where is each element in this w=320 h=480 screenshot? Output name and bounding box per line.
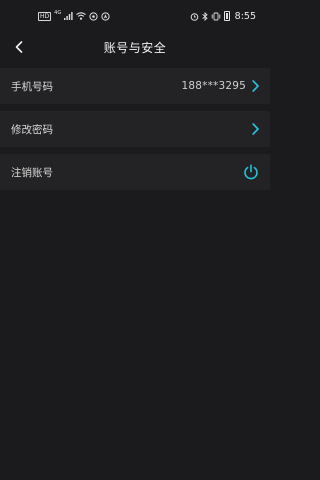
bluetooth-icon: [201, 11, 208, 21]
clock: 8:55: [234, 10, 256, 22]
account-security-screen: HD 4G 8:55 账号与安全 手机号码 188***3295 修改密码 注销…: [0, 0, 270, 480]
chevron-right-icon: [252, 80, 259, 92]
status-bar-right: 8:55: [190, 11, 256, 22]
change-password-label: 修改密码: [11, 123, 53, 136]
header: 账号与安全: [0, 32, 270, 62]
battery-icon: [223, 11, 230, 21]
network-type: 4G: [54, 9, 62, 16]
status-bar-left: HD 4G: [38, 9, 110, 21]
phone-number-label: 手机号码: [11, 80, 53, 93]
vibrate-icon: [211, 12, 220, 20]
back-button[interactable]: [10, 37, 28, 57]
cancel-account-label: 注销账号: [11, 166, 53, 179]
location-icon: [101, 11, 110, 21]
change-password-row[interactable]: 修改密码: [0, 111, 270, 147]
wifi-icon: [76, 12, 87, 20]
cancel-account-row[interactable]: 注销账号: [0, 154, 270, 190]
status-bar: HD 4G 8:55: [0, 0, 270, 32]
hd-badge: HD: [38, 11, 52, 21]
power-icon[interactable]: [243, 164, 259, 180]
page-title: 账号与安全: [103, 40, 167, 55]
phone-number-right: 188***3295: [181, 80, 259, 92]
alarm-icon: [190, 12, 198, 21]
phone-number-row[interactable]: 手机号码 188***3295: [0, 68, 270, 104]
sync-icon: [89, 11, 98, 21]
chevron-left-icon: [15, 41, 23, 53]
change-password-right: [252, 123, 259, 135]
signal-icon: [64, 12, 73, 20]
cancel-account-right: [243, 164, 259, 180]
chevron-right-icon: [252, 123, 259, 135]
phone-number-value: 188***3295: [181, 80, 246, 92]
